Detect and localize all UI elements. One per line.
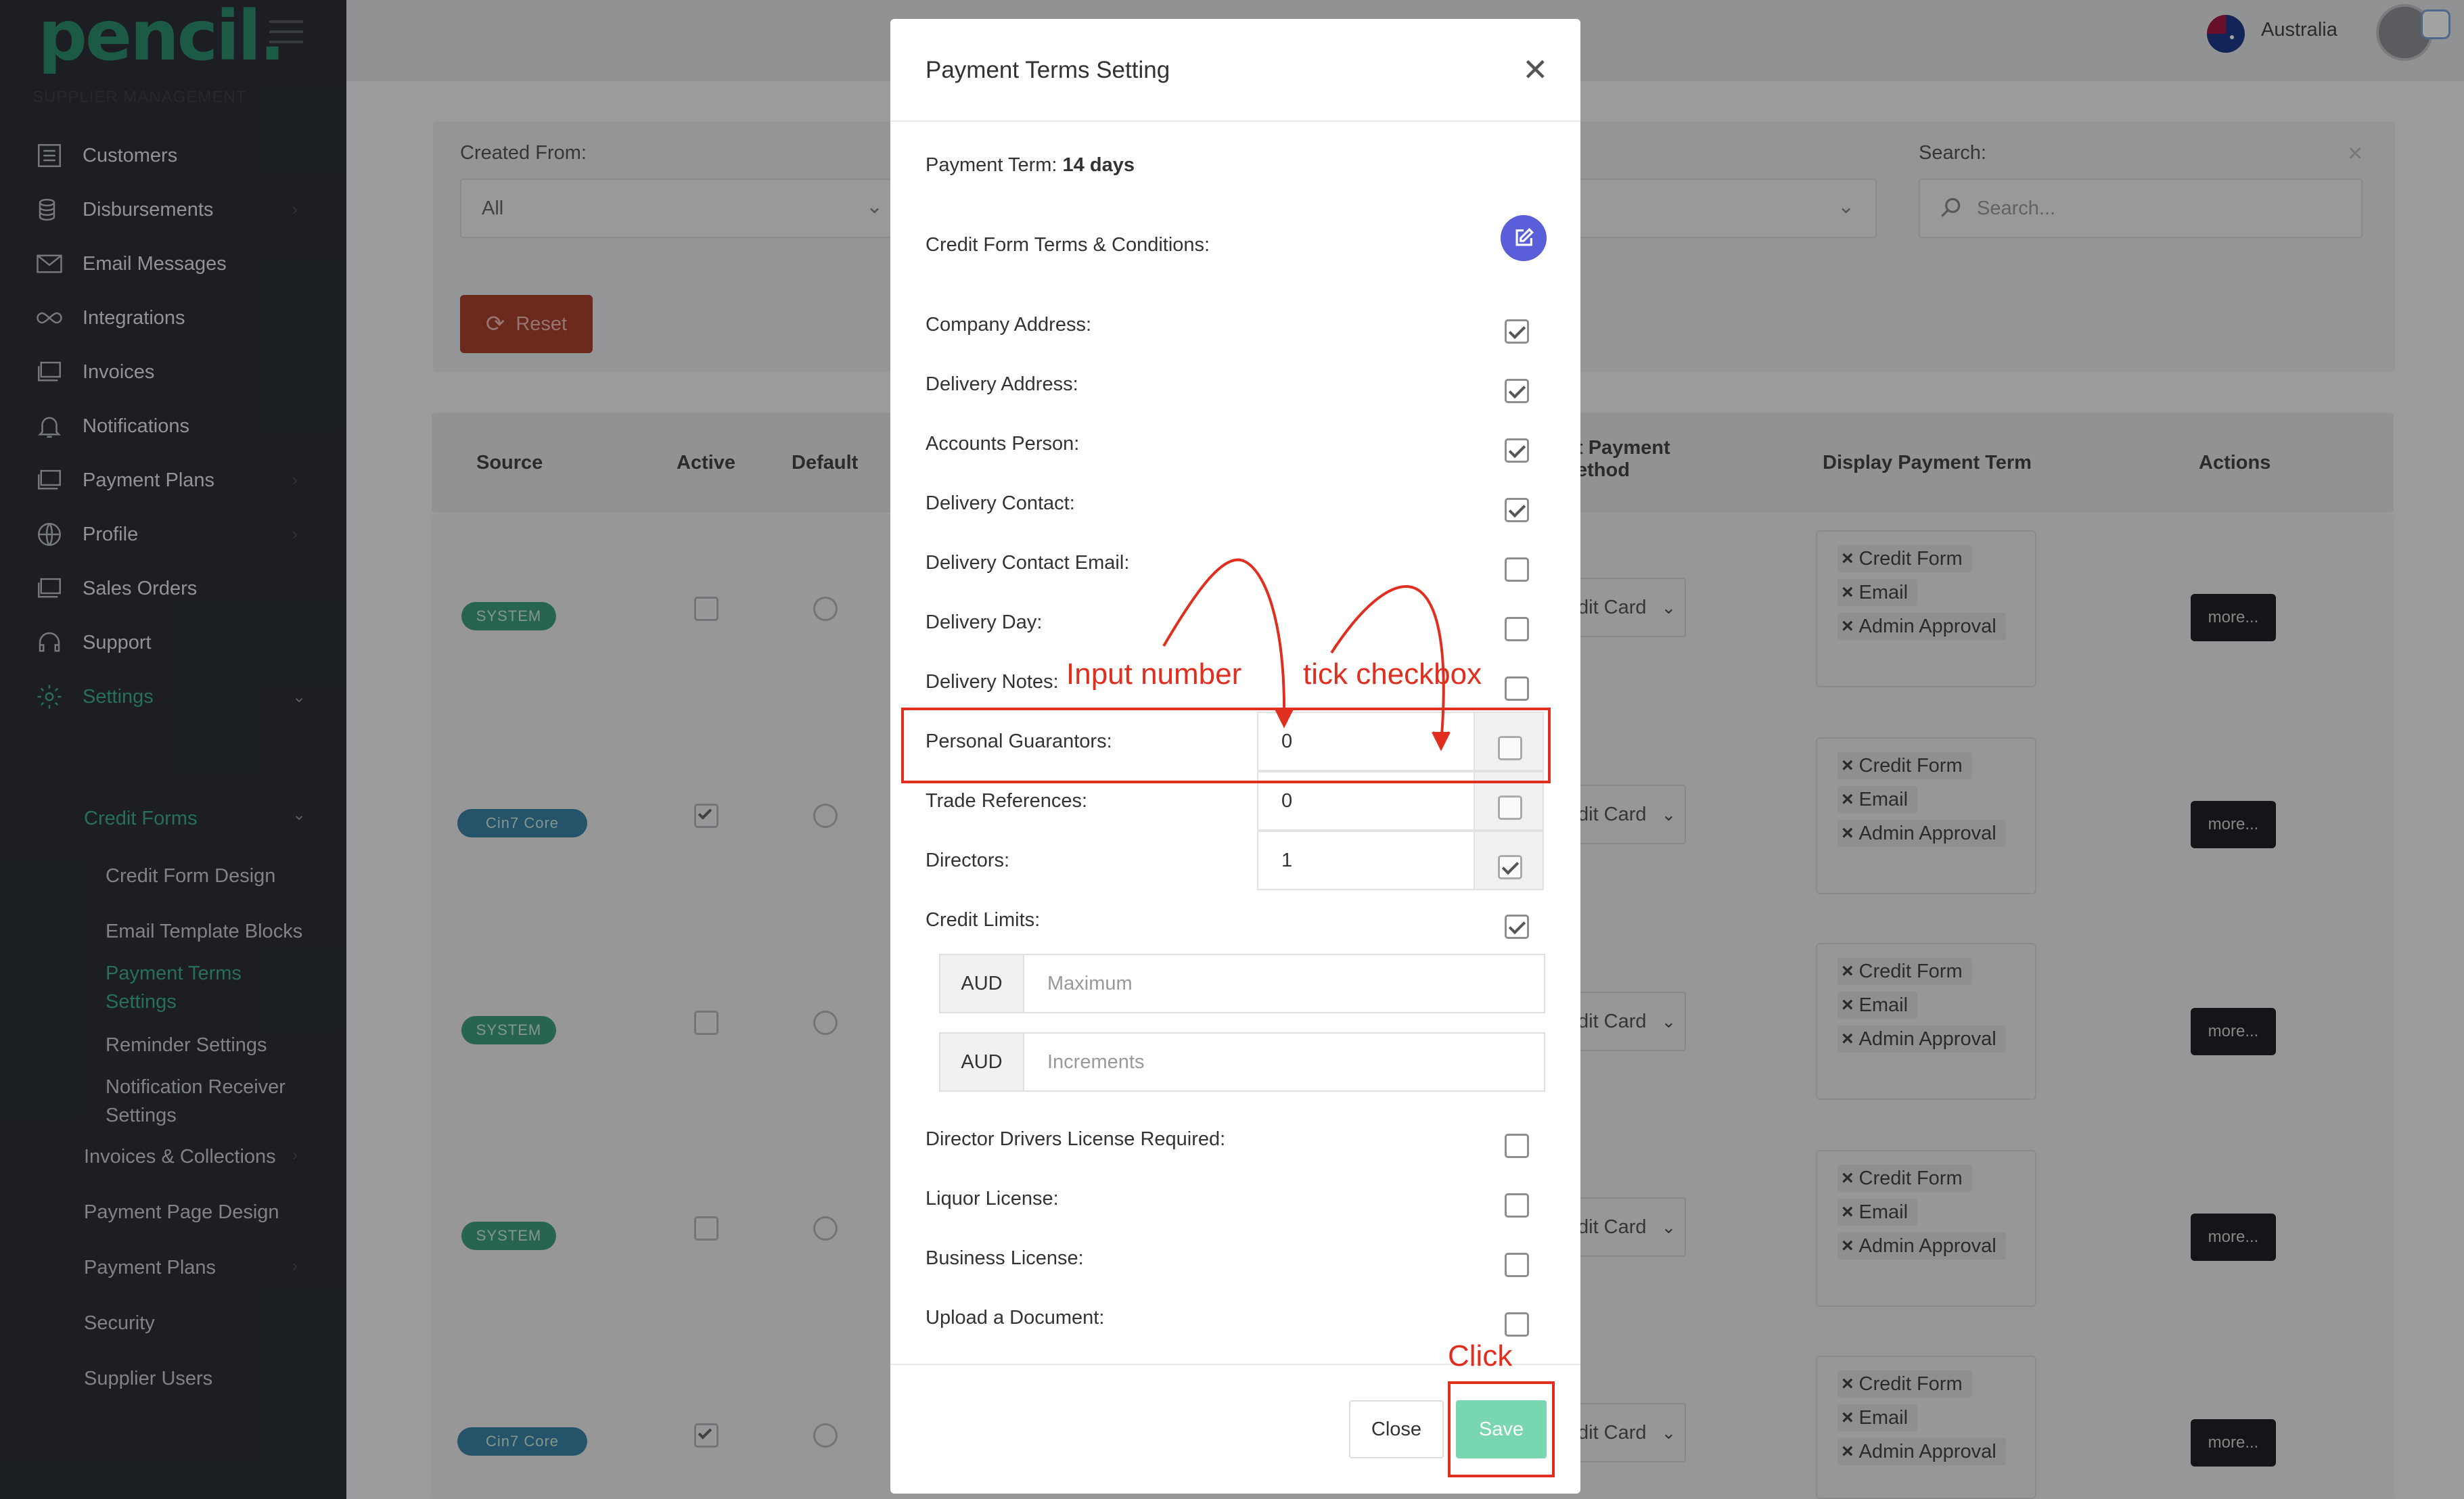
field-label: Company Address: xyxy=(926,314,1092,336)
payment-term-value: 14 days xyxy=(1062,154,1135,176)
trade-references-checkbox[interactable] xyxy=(1498,795,1522,820)
annotation-arrow xyxy=(1330,585,1445,745)
terms-conditions-label: Credit Form Terms & Conditions: xyxy=(926,234,1210,256)
credit-limits-checkbox[interactable] xyxy=(1505,915,1529,939)
input-value: 1 xyxy=(1281,849,1293,871)
currency-addon: AUD xyxy=(939,954,1024,1013)
input-value: 0 xyxy=(1281,789,1293,812)
field-label: Accounts Person: xyxy=(926,433,1080,455)
field-label: Delivery Address: xyxy=(926,373,1078,395)
annotation-arrows xyxy=(1162,558,1451,752)
upload-document-checkbox[interactable] xyxy=(1505,1312,1529,1337)
payment-term-row: Payment Term: 14 days xyxy=(926,154,1135,177)
close-icon[interactable]: ✕ xyxy=(1522,51,1549,88)
delivery-address-checkbox[interactable] xyxy=(1505,379,1529,403)
edit-icon xyxy=(1515,228,1534,246)
modal-title: Payment Terms Setting xyxy=(926,57,1170,83)
close-button[interactable]: Close xyxy=(1349,1400,1444,1458)
field-label: Delivery Day: xyxy=(926,612,1043,633)
annotation-arrow-head xyxy=(1275,708,1294,729)
edit-terms-button[interactable] xyxy=(1501,215,1547,261)
input-placeholder: Maximum xyxy=(1047,972,1133,994)
field-label: Delivery Contact Email: xyxy=(926,552,1130,574)
annotation-arrow xyxy=(1162,558,1286,721)
field-label: Director Drivers License Required: xyxy=(926,1128,1226,1150)
company-address-checkbox[interactable] xyxy=(1505,319,1529,344)
delivery-contact-checkbox[interactable] xyxy=(1505,498,1529,522)
liquor-license-checkbox[interactable] xyxy=(1505,1193,1529,1218)
field-label: Directors: xyxy=(926,850,1010,871)
field-label: Delivery Notes: xyxy=(926,671,1059,693)
field-label: Trade References: xyxy=(926,790,1088,812)
annotation-highlight-box xyxy=(1448,1381,1555,1477)
business-license-checkbox[interactable] xyxy=(1505,1253,1529,1277)
directors-input[interactable]: 1 xyxy=(1257,831,1475,890)
field-label: Upload a Document: xyxy=(926,1307,1105,1329)
divider xyxy=(890,120,1580,122)
input-placeholder: Increments xyxy=(1047,1051,1145,1073)
directors-checkbox[interactable] xyxy=(1498,855,1522,879)
credit-limit-increments-input[interactable]: Increments xyxy=(1023,1032,1545,1092)
annotation-click: Click xyxy=(1448,1339,1513,1373)
field-label: Credit Limits: xyxy=(926,909,1041,931)
credit-limit-maximum-input[interactable]: Maximum xyxy=(1023,954,1545,1013)
field-label: Liquor License: xyxy=(926,1188,1059,1209)
field-label: Delivery Contact: xyxy=(926,492,1075,514)
payment-term-label: Payment Term: xyxy=(926,154,1057,176)
drivers-license-checkbox[interactable] xyxy=(1505,1134,1529,1158)
accounts-person-checkbox[interactable] xyxy=(1505,438,1529,463)
currency-addon: AUD xyxy=(939,1032,1024,1092)
annotation-arrow-head xyxy=(1432,731,1451,752)
field-label: Business License: xyxy=(926,1247,1084,1269)
